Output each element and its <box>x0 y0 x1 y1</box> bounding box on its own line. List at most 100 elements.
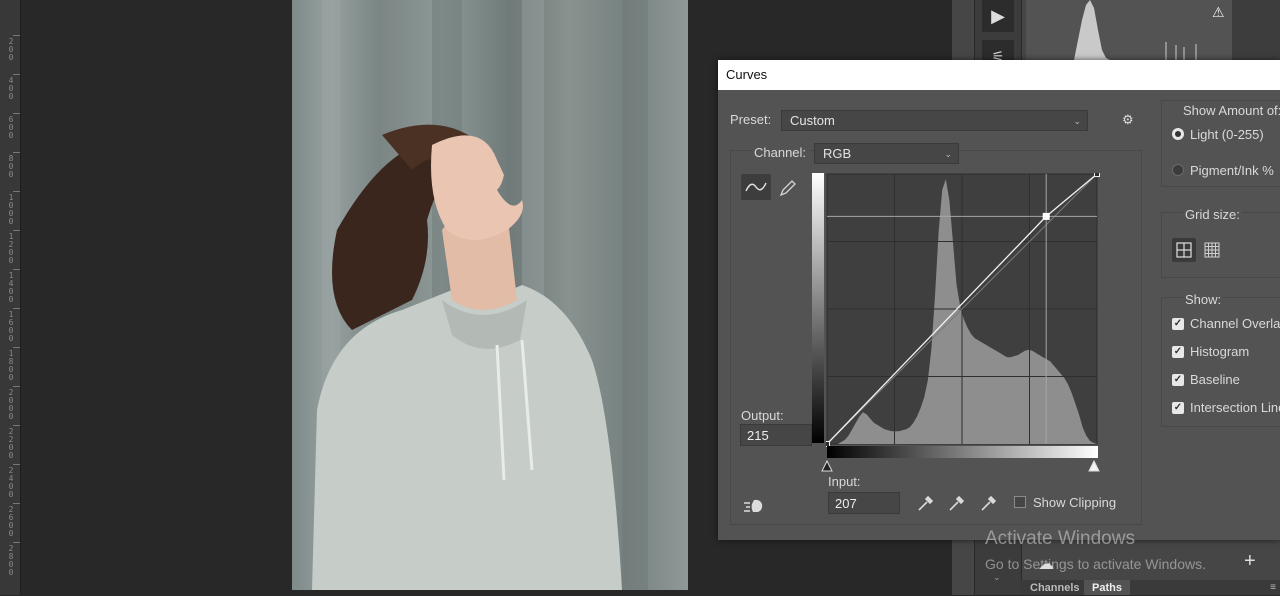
target-adjustment-hand-icon[interactable] <box>742 496 768 516</box>
activate-windows-subtitle: Go to Settings to activate Windows. <box>985 556 1206 572</box>
histogram-label: Histogram <box>1190 344 1250 359</box>
ruler-label: 2800 <box>8 544 14 577</box>
white-eyedropper-icon[interactable] <box>978 492 1000 514</box>
show-options-group: Show: ✓ Channel Overlays ✓ Histogram ✓ B… <box>1161 292 1280 427</box>
channel-select[interactable]: RGB ⌄ <box>814 143 959 164</box>
panel-tabs: Channels Paths ≡ <box>1020 580 1280 595</box>
panel-menu-icon[interactable]: ≡ <box>1270 582 1276 593</box>
preset-value: Custom <box>790 113 835 128</box>
preset-select[interactable]: Custom ⌄ <box>781 110 1088 131</box>
output-field[interactable]: 215 <box>740 424 812 446</box>
channel-value: RGB <box>823 146 852 161</box>
input-gradient-bar <box>827 446 1098 458</box>
input-label: Input: <box>828 474 861 489</box>
ruler-label: 1600 <box>8 310 14 343</box>
pencil-icon <box>779 180 796 197</box>
add-icon[interactable]: + <box>1244 550 1256 573</box>
show-amount-title: Show Amount of: <box>1183 103 1280 118</box>
channel-overlays-label: Channel Overlays <box>1190 316 1280 331</box>
pigment-radio[interactable] <box>1172 164 1184 176</box>
mask-icon[interactable]: ☁ <box>1038 554 1054 574</box>
ruler-label: 2600 <box>8 505 14 538</box>
ruler-tick <box>13 113 20 114</box>
pigment-radio-label: Pigment/Ink % <box>1190 163 1274 178</box>
intersection-line-checkbox[interactable]: ✓ <box>1172 402 1184 414</box>
ruler-label: 600 <box>8 115 14 140</box>
ruler-tick <box>13 503 20 504</box>
show-title: Show: <box>1183 292 1224 307</box>
dialog-title: Curves <box>726 67 768 82</box>
ruler-tick <box>13 308 20 309</box>
black-eyedropper-icon[interactable] <box>915 492 937 514</box>
portrait-image <box>312 0 648 590</box>
detailed-grid-button[interactable] <box>1200 238 1224 262</box>
curves-dialog: Curves Preset: Custom ⌄ ⚙ Channel: RGB ⌄ <box>718 60 1280 540</box>
ruler-tick <box>13 35 20 36</box>
curve-point-white[interactable] <box>1094 173 1100 177</box>
warning-icon[interactable]: ⚠ <box>1212 4 1225 21</box>
ruler-tick <box>13 542 20 543</box>
input-field[interactable]: 207 <box>828 492 900 514</box>
light-radio-label: Light (0-255) <box>1190 127 1264 142</box>
ruler-tick <box>13 152 20 153</box>
grid-size-group: Grid size: <box>1161 207 1280 278</box>
curve-point-selected[interactable] <box>1042 212 1050 220</box>
grid-size-title: Grid size: <box>1183 207 1242 222</box>
simple-grid-button[interactable] <box>1172 238 1196 262</box>
panel-scroll-area <box>1232 0 1280 60</box>
play-icon[interactable]: ▶ <box>982 0 1014 32</box>
chevron-down-icon: ⌄ <box>944 149 952 159</box>
ruler-label: 800 <box>8 154 14 179</box>
curve-mode-button[interactable] <box>741 174 771 200</box>
curves-graph[interactable] <box>826 173 1102 451</box>
baseline-checkbox[interactable]: ✓ <box>1172 374 1184 386</box>
dialog-titlebar[interactable]: Curves <box>718 60 1280 90</box>
ruler-tick <box>13 269 20 270</box>
show-clipping-label: Show Clipping <box>1033 495 1117 510</box>
ruler-label: 400 <box>8 76 14 101</box>
activate-windows-title: Activate Windows <box>985 528 1135 549</box>
pencil-button[interactable] <box>776 176 800 200</box>
ruler-label: 2400 <box>8 466 14 499</box>
ruler-label: 1000 <box>8 193 14 226</box>
ruler-label: 200 <box>8 37 14 62</box>
ruler-tick <box>13 386 20 387</box>
curve-icon <box>745 182 767 192</box>
ruler-tick <box>13 74 20 75</box>
ruler-label: 1400 <box>8 271 14 304</box>
light-radio[interactable] <box>1172 128 1184 140</box>
gray-eyedropper-icon[interactable] <box>946 492 968 514</box>
vertical-ruler: 200 400 600 800 1000 1200 1400 1600 1800 2000 2200… <box>0 0 21 595</box>
baseline-label: Baseline <box>1190 372 1240 387</box>
ruler-tick <box>13 425 20 426</box>
preset-label: Preset: <box>730 112 772 127</box>
ruler-tick <box>13 191 20 192</box>
white-point-slider[interactable] <box>1088 460 1100 472</box>
tab-paths[interactable]: Paths <box>1084 580 1130 595</box>
channel-overlays-checkbox[interactable]: ✓ <box>1172 318 1184 330</box>
show-amount-group: Show Amount of: Light (0-255) Pigment/In… <box>1161 100 1280 187</box>
ruler-label: 2000 <box>8 388 14 421</box>
ruler-label: 1800 <box>8 349 14 382</box>
chevron-down-icon: ⌄ <box>1073 116 1081 126</box>
ruler-tick <box>13 464 20 465</box>
black-point-slider[interactable] <box>821 460 833 472</box>
tab-channels[interactable]: Channels <box>1022 580 1088 595</box>
chevron-down-icon[interactable]: ⌄ <box>993 572 1001 583</box>
simple-grid-icon <box>1176 242 1192 258</box>
channel-label: Channel: <box>751 145 810 160</box>
show-clipping-checkbox[interactable] <box>1014 496 1026 508</box>
histogram-checkbox[interactable]: ✓ <box>1172 346 1184 358</box>
ruler-tick <box>13 230 20 231</box>
ruler-tick <box>13 347 20 348</box>
output-label: Output: <box>741 408 784 423</box>
histogram-panel: ⚠ <box>1026 0 1232 60</box>
detailed-grid-icon <box>1204 242 1220 258</box>
ruler-label: 2200 <box>8 427 14 460</box>
ruler-label: 1200 <box>8 232 14 265</box>
intersection-line-label: Intersection Line <box>1190 400 1280 415</box>
gear-icon[interactable]: ⚙ <box>1122 112 1134 128</box>
canvas-photo[interactable] <box>292 0 688 590</box>
output-gradient-bar <box>812 173 824 443</box>
mini-histogram <box>1074 0 1197 60</box>
